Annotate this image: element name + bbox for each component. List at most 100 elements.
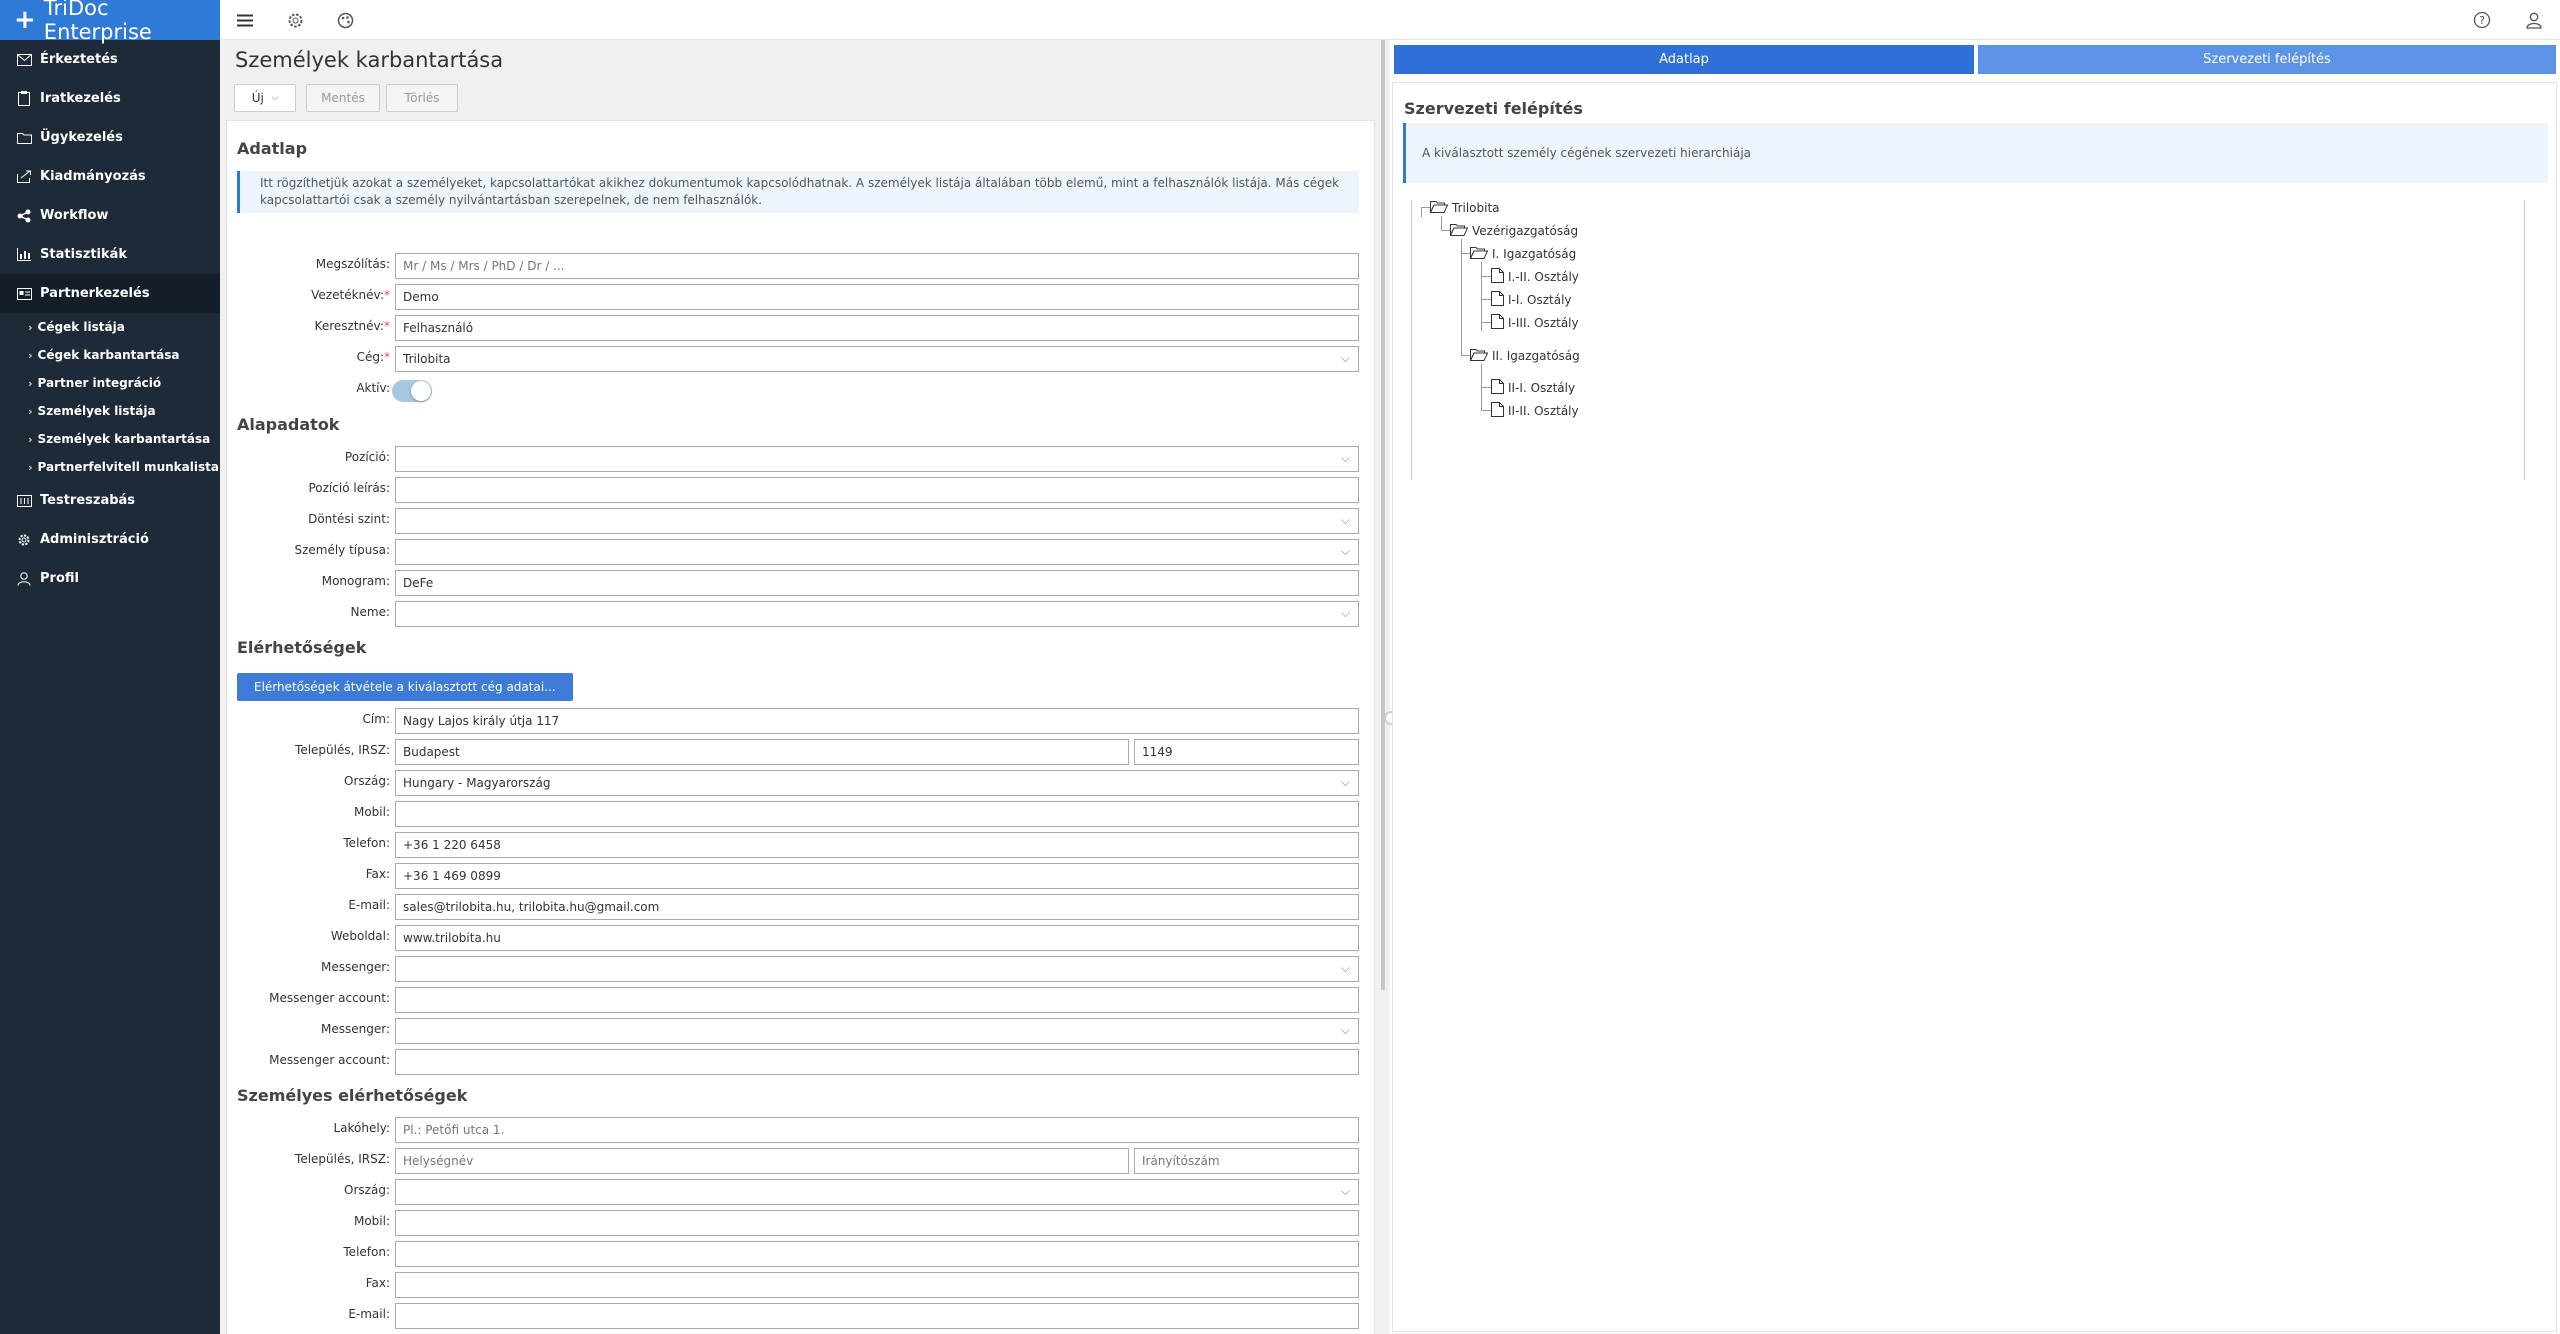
field-label: Pozíció leírás: xyxy=(308,481,390,495)
position-select[interactable]: ⌵ xyxy=(395,446,1359,472)
field-label: Messenger account: xyxy=(269,991,390,1005)
gender-select[interactable]: ⌵ xyxy=(395,601,1359,627)
row-vezeteknev: Vezetéknév:* Demo xyxy=(227,284,1376,310)
sidebar-subitem-szemelyek-karbantartasa[interactable]: › Személyek karbantartása xyxy=(0,425,220,453)
tree-node-i-igazgatosag[interactable]: I. Igazgatóság xyxy=(1469,245,1576,262)
sidebar-item-erkeztetes[interactable]: Érkeztetés xyxy=(0,40,220,79)
first-name-input[interactable]: Felhasználó xyxy=(395,315,1359,341)
tree-node-vezerigazgatosag[interactable]: Vezérigazgatóság xyxy=(1449,222,1578,239)
label-text: Vezetéknév: xyxy=(311,288,384,302)
sidebar-item-kiadmanyozas[interactable]: Kiadmányozás xyxy=(0,157,220,196)
sidebar-item-label: Profil xyxy=(40,571,79,586)
form-scrollbar[interactable] xyxy=(1381,40,1385,990)
org-structure-card: Szervezeti felépítés A kiválasztott szem… xyxy=(1392,82,2557,1332)
personal-email-input[interactable] xyxy=(395,1303,1359,1329)
sidebar-subitem-partnerfelviteli-munkalista[interactable]: › Partnerfelvitell munkalista xyxy=(0,453,220,481)
chevron-down-icon: ⌵ xyxy=(1340,1184,1350,1198)
sidebar-subitem-szemelyek-listaja[interactable]: › Személyek listája xyxy=(0,397,220,425)
person-type-select[interactable]: ⌵ xyxy=(395,539,1359,565)
sidebar-item-label: Ügykezelés xyxy=(40,130,123,145)
mobile-input[interactable] xyxy=(395,801,1359,827)
personal-zip-input[interactable] xyxy=(1134,1148,1359,1174)
tree-node-trilobita[interactable]: Trilobita xyxy=(1429,199,1500,216)
tree-node-ii-igazgatosag[interactable]: II. Igazgatóság xyxy=(1469,347,1580,364)
chevron-right-icon: › xyxy=(28,404,33,418)
residence-input[interactable] xyxy=(395,1117,1359,1143)
copy-company-contacts-button[interactable]: Elérhetőségek átvétele a kiválasztott cé… xyxy=(237,673,573,701)
city-input[interactable]: Budapest xyxy=(395,739,1129,765)
monogram-input[interactable]: DeFe xyxy=(395,570,1359,596)
tree-node-i-iii-osztaly[interactable]: I-III. Osztály xyxy=(1491,314,1579,332)
tree-node-ii-ii-osztaly[interactable]: II-II. Osztály xyxy=(1491,402,1579,420)
company-select-value: Trilobita xyxy=(403,352,451,366)
palette-icon[interactable] xyxy=(333,8,357,32)
field-label: Messenger: xyxy=(321,960,390,974)
tree-node-label: II. Igazgatóság xyxy=(1492,348,1580,363)
field-label: Cím: xyxy=(362,712,390,726)
sidebar-item-workflow[interactable]: Workflow xyxy=(0,196,220,235)
last-name-input[interactable]: Demo xyxy=(395,284,1359,310)
active-toggle[interactable] xyxy=(392,380,432,402)
tab-szervezeti-felepites[interactable]: Szervezeti felépítés xyxy=(1978,45,2556,74)
document-icon xyxy=(1491,291,1504,309)
phone-input[interactable]: +36 1 220 6458 xyxy=(395,832,1359,858)
personal-mobile-input[interactable] xyxy=(395,1210,1359,1236)
share-icon xyxy=(14,206,34,226)
sidebar-item-ugykezeles[interactable]: Ügykezelés xyxy=(0,118,220,157)
sidebar-item-profil[interactable]: Profil xyxy=(0,559,220,598)
settings-icon[interactable] xyxy=(283,8,307,32)
field-label: Ország: xyxy=(344,1183,390,1197)
sidebar-item-partnerkezeles[interactable]: Partnerkezelés xyxy=(0,274,220,313)
delete-button[interactable]: Törlés xyxy=(386,84,458,112)
email-input[interactable]: sales@trilobita.hu, trilobita.hu@gmail.c… xyxy=(395,894,1359,920)
sidebar-subitem-partner-integracio[interactable]: › Partner integráció xyxy=(0,369,220,397)
personal-city-input[interactable] xyxy=(395,1148,1129,1174)
required-marker: * xyxy=(384,288,390,302)
tab-adatlap[interactable]: Adatlap xyxy=(1394,45,1974,74)
field-label: Fax: xyxy=(365,867,390,881)
sidebar-subitem-label: Személyek karbantartása xyxy=(37,432,211,446)
field-label: Ország: xyxy=(344,774,390,788)
personal-phone-input[interactable] xyxy=(395,1241,1359,1267)
tree-connector xyxy=(1441,216,1442,231)
sidebar-subitem-cegek-listaja[interactable]: › Cégek listája xyxy=(0,313,220,341)
sidebar-item-testreszabas[interactable]: Testreszabás xyxy=(0,481,220,520)
fax-input[interactable]: +36 1 469 0899 xyxy=(395,863,1359,889)
messenger-select[interactable]: ⌵ xyxy=(395,1018,1359,1044)
save-button[interactable]: Mentés xyxy=(306,84,380,112)
sidebar-item-statisztikak[interactable]: Statisztikák xyxy=(0,235,220,274)
tree-node-i-i-osztaly[interactable]: I-I. Osztály xyxy=(1491,291,1572,309)
right-pane: Adatlap Szervezeti felépítés Szervezeti … xyxy=(1392,40,2560,1334)
website-input[interactable]: www.trilobita.hu xyxy=(395,925,1359,951)
sidebar-item-label: Workflow xyxy=(40,208,109,223)
sidebar-item-iratkezeles[interactable]: Iratkezelés xyxy=(0,79,220,118)
salutation-input[interactable] xyxy=(395,253,1359,279)
tree-node-ii-i-osztaly[interactable]: II-I. Osztály xyxy=(1491,379,1575,397)
user-account-icon[interactable] xyxy=(2522,8,2546,32)
position-description-input[interactable] xyxy=(395,477,1359,503)
new-button[interactable]: Új ⌵ xyxy=(234,84,296,112)
address-input[interactable]: Nagy Lajos király útja 117 xyxy=(395,708,1359,734)
row-dontesi-szint: Döntési szint: ⌵ xyxy=(227,508,1376,534)
messenger-account-input[interactable] xyxy=(395,1049,1359,1075)
zip-input[interactable]: 1149 xyxy=(1134,739,1359,765)
country-select-value: Hungary - Magyarország xyxy=(403,776,551,790)
personal-country-select[interactable]: ⌵ xyxy=(395,1179,1359,1205)
app-brand[interactable]: + TriDoc Enterprise xyxy=(0,0,220,44)
document-icon xyxy=(1491,379,1504,397)
decision-level-select[interactable]: ⌵ xyxy=(395,508,1359,534)
sidebar-subitem-label: Partner integráció xyxy=(37,376,162,390)
personal-fax-input[interactable] xyxy=(395,1272,1359,1298)
messenger-select[interactable]: ⌵ xyxy=(395,956,1359,982)
hamburger-menu-icon[interactable] xyxy=(233,8,257,32)
sidebar-item-adminisztracio[interactable]: Adminisztráció xyxy=(0,520,220,559)
sidebar-subitem-cegek-karbantartasa[interactable]: › Cégek karbantartása xyxy=(0,341,220,369)
help-icon[interactable]: ? xyxy=(2470,8,2494,32)
field-label: Messenger: xyxy=(321,1022,390,1036)
row-pozicio-leiras: Pozíció leírás: xyxy=(227,477,1376,503)
messenger-account-input[interactable] xyxy=(395,987,1359,1013)
company-select[interactable]: Trilobita ⌵ xyxy=(395,346,1359,372)
tree-node-i-ii-osztaly[interactable]: I.-II. Osztály xyxy=(1491,268,1579,286)
country-select[interactable]: Hungary - Magyarország ⌵ xyxy=(395,770,1359,796)
field-label: Mobil: xyxy=(353,1214,390,1228)
